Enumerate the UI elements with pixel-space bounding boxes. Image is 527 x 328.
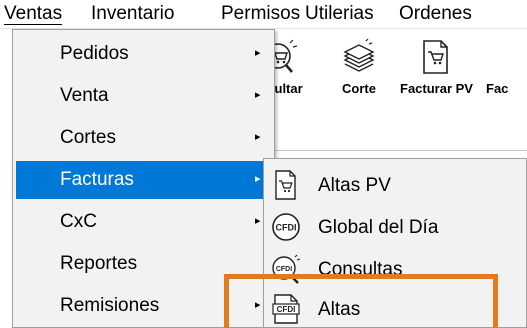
toolbar-divider [260, 150, 527, 151]
highlight-annotation-box [224, 274, 498, 328]
menu-item-cxc[interactable]: CxC ▸ [16, 203, 272, 241]
menu-item-cortes[interactable]: Cortes ▸ [16, 119, 272, 157]
toolbar-facturar-pv-button[interactable]: Facturar PV [400, 38, 473, 96]
menu-item-label: Venta [60, 85, 109, 106]
submenu-item-global-del-dia[interactable]: CFDI Global del Día [266, 207, 527, 247]
cfdi-badge-icon: CFDI [272, 213, 300, 241]
menu-permisos[interactable]: Permisos [221, 3, 300, 25]
menu-ventas[interactable]: Ventas [4, 3, 63, 25]
submenu-arrow-icon: ▸ [255, 131, 261, 143]
submenu-item-altas-pv[interactable]: Altas PV [266, 165, 527, 205]
invoice-icon [492, 38, 527, 76]
submenu-arrow-icon: ▸ [255, 173, 261, 185]
menu-item-label: Reportes [60, 253, 138, 274]
menu-item-label: CxC [60, 211, 97, 232]
submenu-arrow-icon: ▸ [255, 215, 261, 227]
menu-item-label: Remisiones [60, 295, 160, 316]
menu-utilerias[interactable]: Utilerias [305, 3, 374, 25]
menu-bar: Ventas Inventario Permisos Utilerias Ord… [0, 0, 527, 29]
invoice-cart-icon [275, 170, 296, 200]
menu-item-label: Cortes [60, 127, 116, 148]
submenu-item-label: Global del Día [318, 217, 439, 238]
invoice-cart-icon [423, 40, 448, 74]
cfdi-badge-text: CFDI [276, 266, 292, 273]
toolbar-corte-button[interactable]: Corte [324, 38, 394, 96]
toolbar-corte-label: Corte [342, 81, 376, 96]
toolbar: nsultar Corte Facturar PV Fac [259, 30, 527, 130]
submenu-item-label: Altas PV [318, 175, 391, 196]
menu-item-label: Pedidos [60, 43, 129, 64]
menu-ordenes[interactable]: Ordenes [399, 3, 472, 25]
toolbar-fac-label: Fac [486, 81, 509, 96]
submenu-arrow-icon: ▸ [255, 47, 261, 59]
menu-item-label: Facturas [60, 169, 134, 190]
menu-item-venta[interactable]: Venta ▸ [16, 77, 272, 115]
toolbar-facturar-pv-label: Facturar PV [400, 81, 473, 96]
submenu-arrow-icon: ▸ [255, 89, 261, 101]
stack-icon [343, 38, 375, 72]
menu-item-pedidos[interactable]: Pedidos ▸ [16, 35, 272, 73]
menu-item-facturas[interactable]: Facturas ▸ [16, 161, 272, 199]
toolbar-fac-button[interactable]: Fac [486, 38, 527, 96]
menu-inventario[interactable]: Inventario [91, 3, 174, 25]
cfdi-badge-text: CFDI [276, 223, 297, 233]
